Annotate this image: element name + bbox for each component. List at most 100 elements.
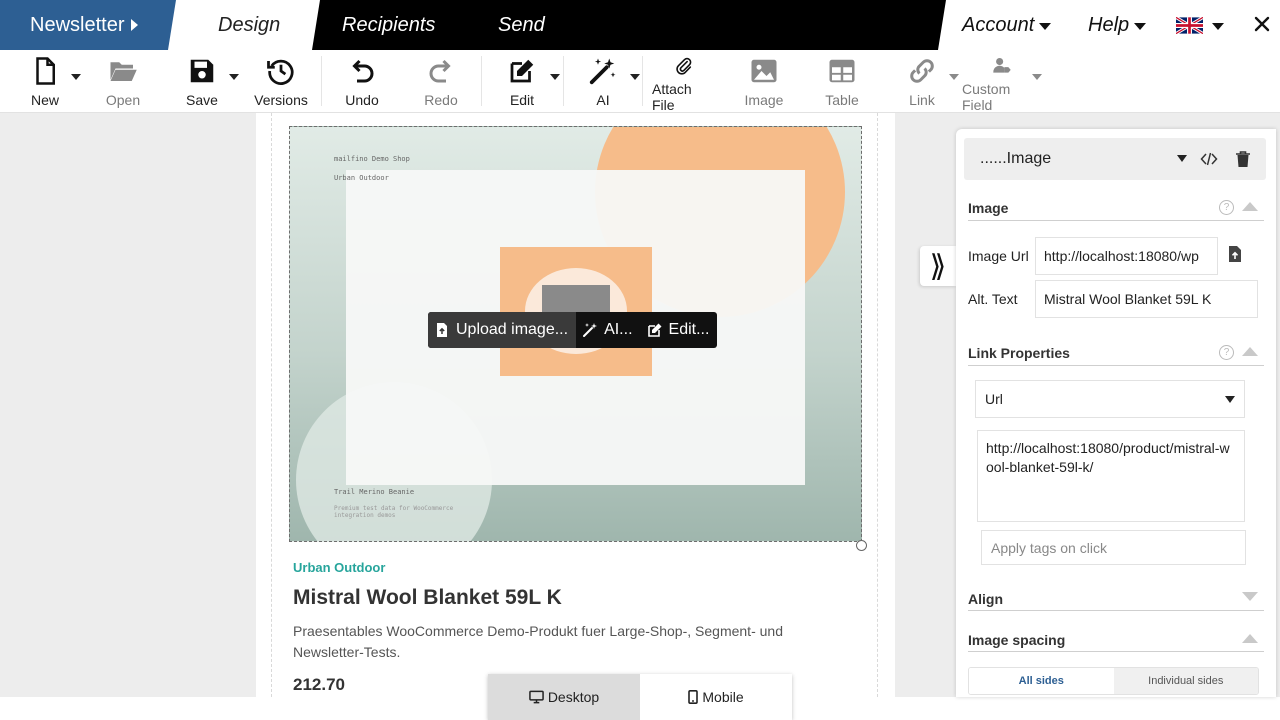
collapse-up-icon[interactable] — [1242, 347, 1258, 356]
tab-individual-sides[interactable]: Individual sides — [1113, 668, 1258, 694]
tab-send[interactable]: Send — [498, 0, 545, 50]
tab-design[interactable]: Design — [218, 0, 280, 50]
toolbar: New Open Save Versions Undo Redo Edit AI… — [0, 50, 1280, 113]
toolbar-separator — [481, 56, 482, 106]
tab-design-label: Design — [218, 13, 281, 36]
align-section-title: Align — [968, 591, 1003, 607]
table-button[interactable]: Table — [824, 50, 860, 113]
link-section-title: Link Properties — [968, 345, 1070, 361]
uk-flag-icon — [1176, 16, 1203, 34]
redo-button[interactable]: Redo — [423, 50, 459, 113]
link-icon — [910, 59, 934, 83]
link-button[interactable]: Link — [904, 50, 940, 113]
ai-label: AI — [596, 92, 610, 108]
image-resize-handle[interactable] — [856, 540, 867, 551]
custom-field-dropdown-caret-icon[interactable] — [1032, 74, 1042, 80]
link-type-value: Url — [985, 391, 1003, 407]
new-button[interactable]: New — [30, 50, 60, 113]
section-divider — [968, 610, 1264, 611]
magic-wand-icon — [589, 58, 616, 85]
block-selector[interactable]: ......Image — [964, 138, 1266, 180]
help-icon[interactable]: ? — [1219, 345, 1234, 360]
canvas-layer: mailfino Demo Shop Urban Outdoor Trail M… — [0, 113, 955, 697]
ai-image-button[interactable]: AI... — [576, 312, 640, 348]
ai-dropdown-caret-icon[interactable] — [630, 74, 640, 80]
link-type-select[interactable]: Url — [975, 380, 1245, 418]
code-icon[interactable] — [1200, 150, 1218, 168]
help-label: Help — [1088, 13, 1130, 36]
new-document-icon — [36, 57, 55, 85]
versions-label: Versions — [254, 92, 308, 108]
file-upload-icon[interactable] — [1226, 245, 1244, 263]
undo-button[interactable]: Undo — [343, 50, 381, 113]
caret-down-icon — [1212, 22, 1224, 30]
folder-open-icon — [110, 62, 137, 81]
caret-right-icon — [131, 19, 139, 31]
undo-label: Undo — [345, 92, 379, 108]
image-icon — [751, 59, 777, 83]
collapse-panel-button[interactable]: ⟫ — [920, 246, 956, 286]
alt-text-input[interactable]: Mistral Wool Blanket 59L K — [1035, 280, 1258, 318]
save-dropdown-caret-icon[interactable] — [229, 74, 239, 80]
link-url-textarea[interactable]: http://localhost:18080/product/mistral-w… — [977, 430, 1245, 522]
edit-label: Edit — [509, 92, 535, 108]
close-icon[interactable] — [1250, 12, 1274, 36]
help-icon[interactable]: ? — [1219, 200, 1234, 215]
trash-icon[interactable] — [1234, 150, 1252, 168]
edit-dropdown-caret-icon[interactable] — [550, 74, 560, 80]
guide-left — [271, 113, 272, 697]
image-text-product: Trail Merino Beanie — [334, 488, 415, 496]
language-menu[interactable] — [1176, 0, 1224, 50]
mobile-icon — [688, 690, 699, 704]
collapse-up-icon[interactable] — [1242, 634, 1258, 643]
image-button[interactable]: Image — [744, 50, 784, 113]
newsletter-menu[interactable]: Newsletter — [0, 0, 176, 50]
product-title: Mistral Wool Blanket 59L K — [293, 586, 562, 609]
table-label: Table — [825, 92, 859, 108]
toolbar-separator — [321, 56, 322, 106]
caret-down-icon — [1177, 155, 1187, 162]
mobile-label: Mobile — [702, 689, 744, 705]
custom-field-label: Custom Field — [962, 81, 1011, 113]
ai-image-label: AI... — [604, 321, 633, 338]
image-url-input[interactable]: http://localhost:18080/wp — [1035, 237, 1218, 275]
top-bar: Newsletter Design Recipients Send Accoun… — [0, 0, 1280, 50]
desktop-view-button[interactable]: Desktop — [488, 674, 640, 720]
help-menu[interactable]: Help — [1088, 0, 1147, 50]
alt-text-label: Alt. Text — [968, 291, 1018, 307]
account-label: Account — [962, 13, 1035, 36]
upload-image-button[interactable]: Upload image... — [428, 312, 577, 348]
section-divider — [968, 220, 1264, 221]
image-overlay-toolbar: Upload image... AI... Edit... — [428, 312, 718, 348]
file-upload-icon — [437, 323, 447, 337]
attach-file-button[interactable]: Attach File — [652, 50, 716, 113]
account-menu[interactable]: Account — [962, 0, 1052, 50]
new-dropdown-caret-icon[interactable] — [71, 74, 81, 80]
attach-file-label: Attach File — [652, 81, 692, 113]
edit-pencil-icon — [647, 323, 662, 337]
edit-button[interactable]: Edit — [507, 50, 537, 113]
link-dropdown-caret-icon[interactable] — [949, 74, 959, 80]
versions-button[interactable]: Versions — [254, 50, 308, 113]
floppy-disk-icon — [190, 59, 214, 83]
product-price: 212.70 — [293, 675, 345, 694]
edit-pencil-icon — [510, 59, 534, 83]
toolbar-separator — [563, 56, 564, 106]
custom-field-button[interactable]: Custom Field — [962, 50, 1042, 113]
save-button[interactable]: Save — [186, 50, 218, 113]
image-text-vendor: Urban Outdoor — [334, 174, 389, 182]
redo-icon — [429, 59, 451, 83]
edit-image-button[interactable]: Edit... — [641, 312, 718, 348]
open-button[interactable]: Open — [106, 50, 140, 113]
open-label: Open — [105, 92, 141, 108]
spacing-tabs: All sides Individual sides — [968, 667, 1259, 695]
tab-all-sides[interactable]: All sides — [969, 668, 1114, 694]
mobile-view-button[interactable]: Mobile — [640, 674, 792, 720]
new-label: New — [30, 92, 59, 108]
apply-tags-input[interactable]: Apply tags on click — [981, 530, 1246, 565]
ai-button[interactable]: AI — [588, 50, 618, 113]
properties-panel: ......Image Image ? Image Url http://loc… — [956, 129, 1276, 697]
collapse-up-icon[interactable] — [1242, 202, 1258, 211]
expand-down-icon[interactable] — [1242, 592, 1258, 601]
tab-recipients[interactable]: Recipients — [342, 0, 435, 50]
